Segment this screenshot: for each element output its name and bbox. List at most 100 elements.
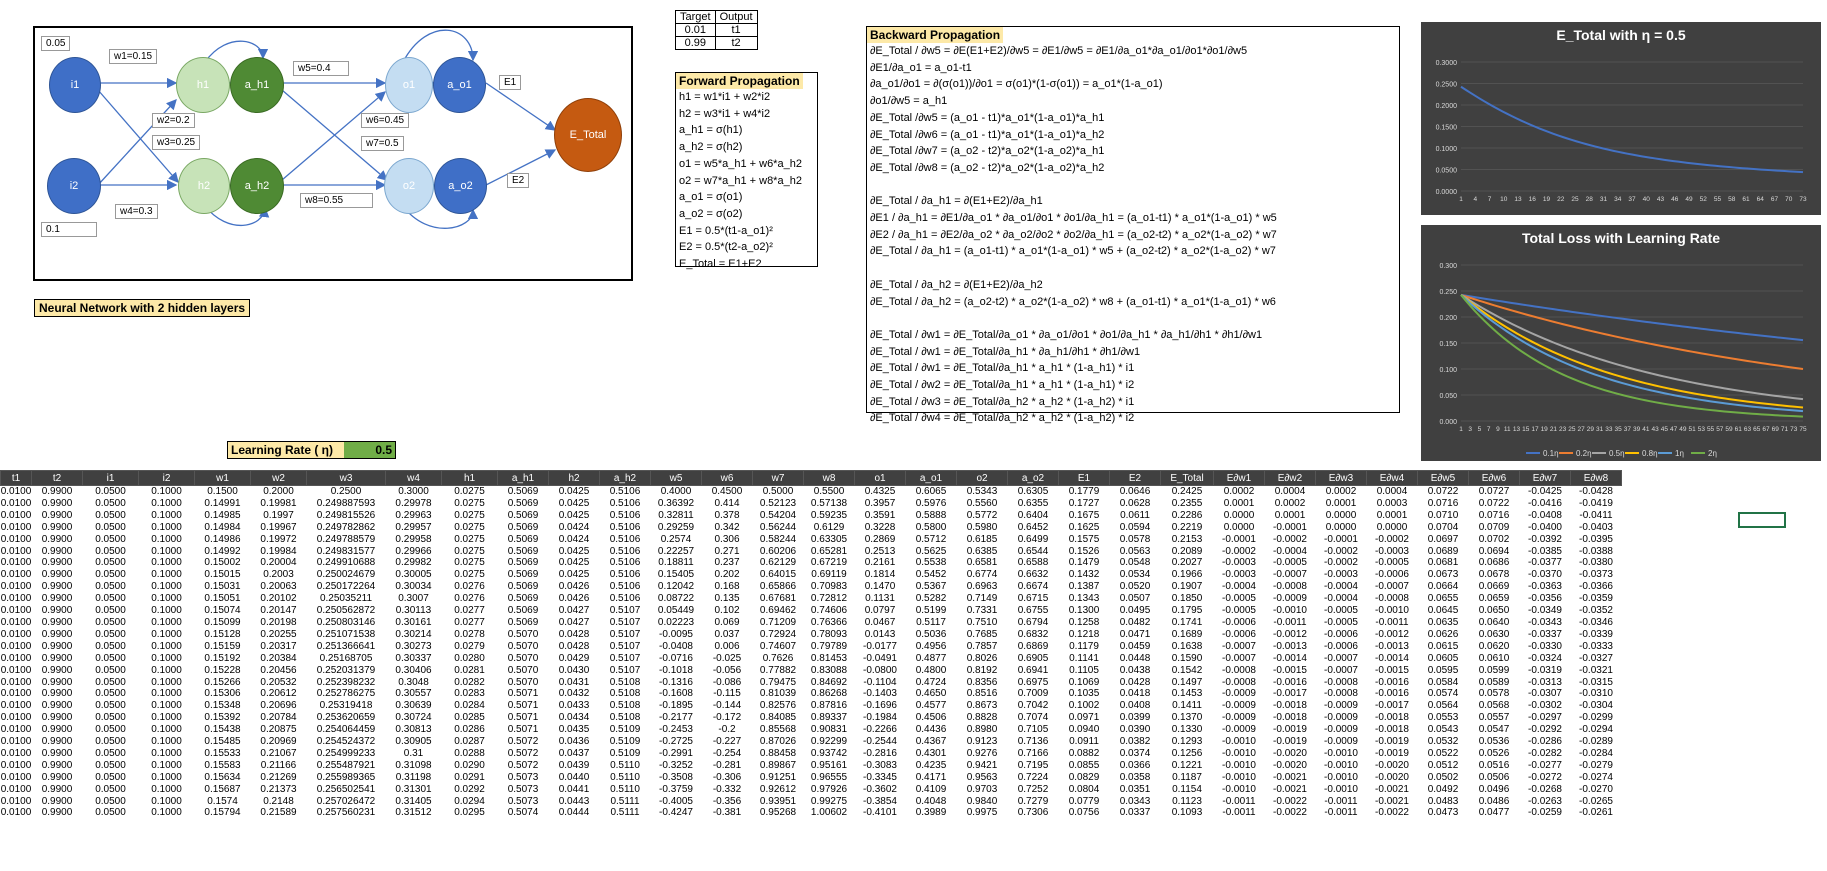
table-cell[interactable]: 0.250024679 <box>307 569 386 581</box>
table-cell[interactable]: 0.0448 <box>1110 653 1161 665</box>
table-cell[interactable]: 0.9900 <box>32 724 83 736</box>
table-cell[interactable]: 0.0100 <box>1 784 32 796</box>
table-cell[interactable]: 0.0574 <box>1418 688 1469 700</box>
column-header[interactable]: h2 <box>548 470 600 486</box>
table-cell[interactable]: 0.0291 <box>442 772 498 784</box>
table-cell[interactable]: -0.0304 <box>1571 700 1622 712</box>
table-cell[interactable]: 0.0483 <box>1418 796 1469 808</box>
table-cell[interactable]: 0.14986 <box>195 534 251 546</box>
table-cell[interactable]: 0.1105 <box>1059 665 1110 677</box>
table-cell[interactable]: 0.4235 <box>906 760 957 772</box>
table-cell[interactable]: 0.0500 <box>83 557 139 569</box>
table-cell[interactable]: 0.0100 <box>1 712 32 724</box>
table-cell[interactable]: -0.0007 <box>1265 569 1316 581</box>
table-cell[interactable]: 0.6774 <box>957 569 1008 581</box>
table-cell[interactable]: 0.15192 <box>195 653 251 665</box>
table-cell[interactable]: 0.0100 <box>1 677 32 689</box>
table-cell[interactable]: 0.0002 <box>1265 498 1316 510</box>
table-cell[interactable]: 0.20969 <box>251 736 307 748</box>
table-cell[interactable]: -0.281 <box>702 760 753 772</box>
table-cell[interactable]: 0.1727 <box>1059 498 1110 510</box>
table-cell[interactable]: 0.6832 <box>1008 629 1059 641</box>
table-cell[interactable]: 0.5111 <box>600 796 651 808</box>
column-header[interactable]: E∂w4 <box>1366 470 1418 486</box>
table-cell[interactable]: -0.0019 <box>1367 748 1418 760</box>
table-cell[interactable]: 0.7224 <box>1008 772 1059 784</box>
table-cell[interactable]: 0.9900 <box>32 784 83 796</box>
table-cell[interactable]: -0.0403 <box>1571 522 1622 534</box>
table-cell[interactable]: 0.3007 <box>386 593 442 605</box>
table-cell[interactable]: 0.0664 <box>1418 581 1469 593</box>
table-cell[interactable]: -0.0013 <box>1265 641 1316 653</box>
table-cell[interactable]: 0.0000 <box>1214 510 1265 522</box>
table-cell[interactable]: 0.5108 <box>600 688 651 700</box>
table-cell[interactable]: 0.30813 <box>386 724 442 736</box>
table-cell[interactable]: 0.8516 <box>957 688 1008 700</box>
table-cell[interactable]: -0.1316 <box>651 677 702 689</box>
table-cell[interactable]: 0.0337 <box>1110 807 1161 819</box>
column-header[interactable]: E_Total <box>1160 470 1214 486</box>
table-cell[interactable]: 0.0276 <box>442 593 498 605</box>
table-cell[interactable]: 0.1000 <box>139 760 195 772</box>
table-cell[interactable]: 0.0000 <box>1316 522 1367 534</box>
table-cell[interactable]: 0.0595 <box>1418 665 1469 677</box>
table-cell[interactable]: -0.0408 <box>1520 510 1571 522</box>
table-cell[interactable]: 0.9421 <box>957 760 1008 772</box>
table-cell[interactable]: 0.74607 <box>753 641 804 653</box>
table-cell[interactable]: 0.2153 <box>1161 534 1214 546</box>
table-cell[interactable]: 0.6963 <box>957 581 1008 593</box>
table-cell[interactable]: 0.0500 <box>83 581 139 593</box>
table-cell[interactable]: -0.1608 <box>651 688 702 700</box>
table-cell[interactable]: 0.306 <box>702 534 753 546</box>
table-cell[interactable]: 0.252398232 <box>307 677 386 689</box>
table-cell[interactable]: 0.5106 <box>600 557 651 569</box>
table-cell[interactable]: 0.9900 <box>32 498 83 510</box>
table-cell[interactable]: 0.0430 <box>549 665 600 677</box>
table-cell[interactable]: 0.5106 <box>600 534 651 546</box>
table-cell[interactable]: 0.8026 <box>957 653 1008 665</box>
table-cell[interactable]: -0.0270 <box>1571 784 1622 796</box>
table-cell[interactable]: -0.0015 <box>1367 665 1418 677</box>
table-cell[interactable]: 0.1689 <box>1161 629 1214 641</box>
table-cell[interactable]: 0.2869 <box>855 534 906 546</box>
table-cell[interactable]: 0.252031379 <box>307 665 386 677</box>
table-cell[interactable]: -0.2816 <box>855 748 906 760</box>
table-cell[interactable]: 0.9900 <box>32 546 83 558</box>
table-cell[interactable]: 0.0694 <box>1469 546 1520 558</box>
table-cell[interactable]: 0.0940 <box>1059 724 1110 736</box>
table-cell[interactable]: -0.0021 <box>1367 784 1418 796</box>
table-cell[interactable]: 0.6941 <box>1008 665 1059 677</box>
table-cell[interactable]: 0.0281 <box>442 665 498 677</box>
table-cell[interactable]: 0.81453 <box>804 653 855 665</box>
table-cell[interactable]: -0.1984 <box>855 712 906 724</box>
table-cell[interactable]: 0.30113 <box>386 605 442 617</box>
table-cell[interactable]: -0.0428 <box>1571 486 1622 498</box>
table-cell[interactable]: -0.0007 <box>1214 641 1265 653</box>
table-cell[interactable]: 0.71209 <box>753 617 804 629</box>
table-cell[interactable]: 0.5107 <box>600 665 651 677</box>
table-cell[interactable]: 0.5106 <box>600 569 651 581</box>
table-cell[interactable]: 0.5107 <box>600 641 651 653</box>
table-cell[interactable]: 0.0434 <box>549 712 600 724</box>
table-cell[interactable]: 0.9900 <box>32 736 83 748</box>
table-cell[interactable]: 0.92299 <box>804 736 855 748</box>
table-cell[interactable]: 0.0000 <box>1214 522 1265 534</box>
table-cell[interactable]: 0.15051 <box>195 593 251 605</box>
table-cell[interactable]: -0.0408 <box>651 641 702 653</box>
table-cell[interactable]: 0.20063 <box>251 581 307 593</box>
table-cell[interactable]: -0.2266 <box>855 724 906 736</box>
table-cell[interactable]: 0.5199 <box>906 605 957 617</box>
table-cell[interactable]: 0.93951 <box>753 796 804 808</box>
table-cell[interactable]: 0.0553 <box>1418 712 1469 724</box>
table-cell[interactable]: 0.1141 <box>1059 653 1110 665</box>
table-cell[interactable]: -0.0095 <box>651 629 702 641</box>
column-header[interactable]: E2 <box>1109 470 1161 486</box>
table-cell[interactable]: -0.0020 <box>1367 760 1418 772</box>
table-cell[interactable]: 0.5117 <box>906 617 957 629</box>
table-cell[interactable]: -0.0006 <box>1316 641 1367 653</box>
table-cell[interactable]: 0.254064459 <box>307 724 386 736</box>
table-cell[interactable]: 0.0100 <box>1 772 32 784</box>
table-cell[interactable]: -0.0021 <box>1367 796 1418 808</box>
table-cell[interactable]: 0.1256 <box>1161 748 1214 760</box>
table-cell[interactable]: 0.4109 <box>906 784 957 796</box>
